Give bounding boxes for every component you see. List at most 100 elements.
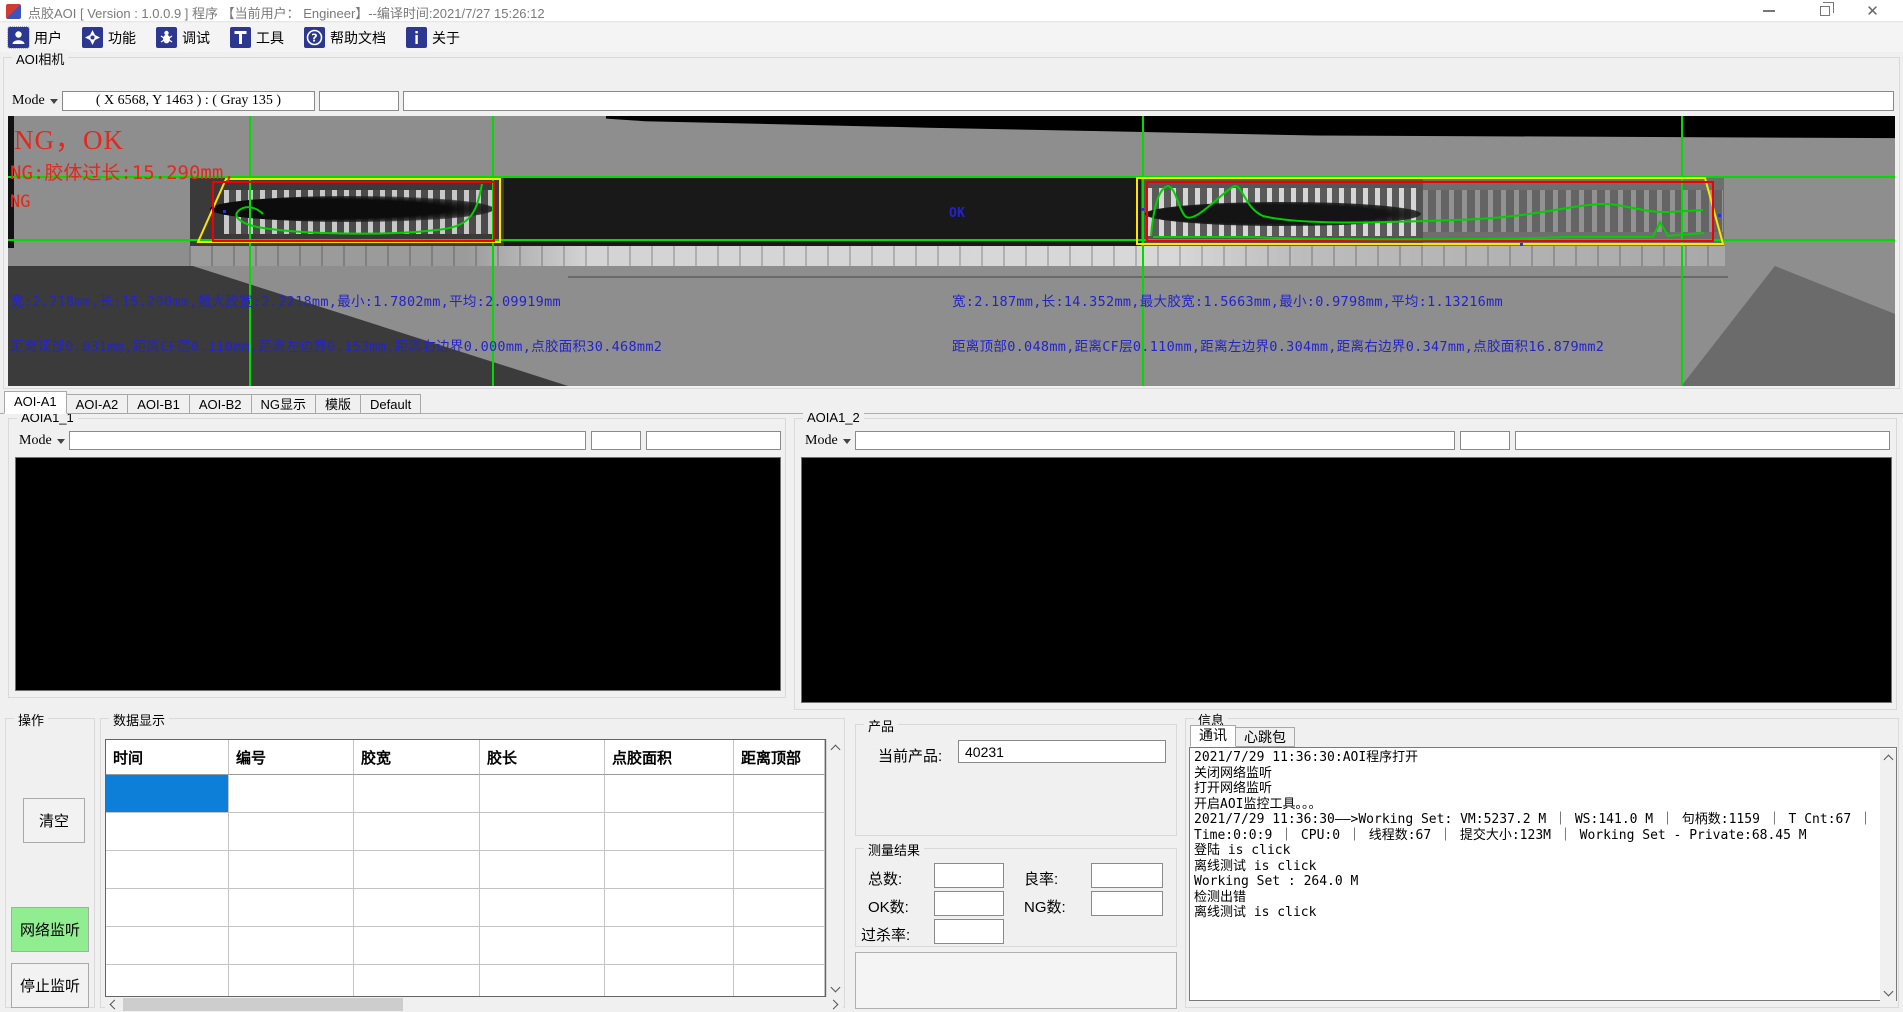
table-cell[interactable] <box>734 889 825 927</box>
table-cell[interactable] <box>106 927 229 965</box>
tab-template[interactable]: 模版 <box>316 394 361 414</box>
scroll-right-icon[interactable] <box>827 996 843 1012</box>
table-cell[interactable] <box>480 965 605 997</box>
toolbar-help[interactable]: ? 帮助文档 <box>304 27 386 48</box>
table-cell[interactable] <box>605 813 734 851</box>
camera-canvas[interactable]: NG，OK NG:胶体过长:15.290mm, NG OK 宽:2.218mm,… <box>8 116 1895 386</box>
toolbar-user[interactable]: 用户 <box>8 27 62 48</box>
table-cell[interactable] <box>354 927 480 965</box>
tab-aoi-b1[interactable]: AOI-B1 <box>128 394 190 414</box>
current-product-field[interactable]: 40231 <box>958 740 1166 763</box>
col-glue-length[interactable]: 胶长 <box>480 740 605 775</box>
table-cell[interactable] <box>480 927 605 965</box>
tab-aoi-b2[interactable]: AOI-B2 <box>190 394 252 414</box>
table-cell[interactable] <box>605 927 734 965</box>
camera-field-3[interactable] <box>403 91 1894 111</box>
network-listen-button[interactable]: 网络监听 <box>11 907 89 952</box>
camera-field-2[interactable] <box>319 91 399 111</box>
table-cell[interactable] <box>605 851 734 889</box>
scroll-up-icon[interactable] <box>827 739 843 755</box>
toolbar-function[interactable]: 功能 <box>82 27 136 48</box>
table-cell[interactable] <box>734 965 825 997</box>
minimize-button[interactable] <box>1746 0 1791 22</box>
table-cell[interactable] <box>229 965 354 997</box>
aoia1-1-mode-dropdown[interactable]: Mode <box>15 431 69 451</box>
table-cell[interactable] <box>229 775 354 813</box>
table-cell[interactable] <box>480 813 605 851</box>
table-cell[interactable] <box>229 927 354 965</box>
table-cell[interactable] <box>229 851 354 889</box>
ng-count-field[interactable] <box>1091 891 1163 916</box>
table-cell[interactable] <box>354 851 480 889</box>
camera-mode-dropdown[interactable]: Mode <box>8 91 62 111</box>
aoia1-1-field-1[interactable] <box>69 431 586 450</box>
aoia1-2-mode-dropdown[interactable]: Mode <box>801 431 855 451</box>
table-cell[interactable] <box>354 889 480 927</box>
toolbar-debug[interactable]: 调试 <box>156 27 210 48</box>
toolbar-about-label: 关于 <box>432 28 460 48</box>
scroll-left-icon[interactable] <box>105 996 121 1012</box>
toolbar-about[interactable]: 关于 <box>406 27 460 48</box>
aoia1-1-field-3[interactable] <box>646 431 781 450</box>
table-cell[interactable] <box>480 775 605 813</box>
tab-aoi-a2[interactable]: AOI-A2 <box>67 394 129 414</box>
aoia1-2-canvas[interactable] <box>801 457 1892 703</box>
table-cell[interactable] <box>734 851 825 889</box>
aoia1-2-field-1[interactable] <box>855 431 1455 450</box>
col-dist-top[interactable]: 距离顶部 <box>734 740 825 775</box>
table-cell[interactable] <box>106 965 229 997</box>
table-cell[interactable] <box>480 889 605 927</box>
restore-button[interactable] <box>1802 0 1847 22</box>
table-cell[interactable] <box>354 813 480 851</box>
aoia1-1-field-2[interactable] <box>591 431 641 450</box>
clear-button[interactable]: 清空 <box>23 798 85 843</box>
tab-default[interactable]: Default <box>361 394 421 414</box>
tab-ng-display[interactable]: NG显示 <box>252 394 317 414</box>
table-cell[interactable] <box>480 851 605 889</box>
table-cell[interactable] <box>106 889 229 927</box>
scroll-down-icon[interactable] <box>1880 985 1896 1001</box>
aoia1-2-field-3[interactable] <box>1515 431 1890 450</box>
table-cell[interactable] <box>734 813 825 851</box>
col-id[interactable]: 编号 <box>229 740 354 775</box>
toolbar-tools[interactable]: 工具 <box>230 27 284 48</box>
tab-aoi-a1[interactable]: AOI-A1 <box>4 391 67 414</box>
camera-coords-field[interactable]: ( X 6568, Y 1463 ) : ( Gray 135 ) <box>62 91 315 111</box>
close-button[interactable]: ✕ <box>1850 0 1895 22</box>
table-horizontal-scrollbar[interactable] <box>105 998 843 1011</box>
overkill-field[interactable] <box>934 919 1004 944</box>
aoia1-2-field-2[interactable] <box>1460 431 1510 450</box>
table-cell[interactable] <box>605 775 734 813</box>
table-cell[interactable] <box>734 927 825 965</box>
table-row <box>106 813 825 851</box>
col-glue-area[interactable]: 点胶面积 <box>605 740 734 775</box>
total-field[interactable] <box>934 863 1004 888</box>
table-cell-selected[interactable] <box>106 775 229 813</box>
yield-field[interactable] <box>1091 863 1163 888</box>
title-bar: 点胶AOI [ Version : 1.0.0.9 ] 程序 【当前用户： En… <box>0 0 1903 22</box>
scrollbar-thumb[interactable] <box>123 998 403 1011</box>
table-cell[interactable] <box>354 775 480 813</box>
window-title: 点胶AOI [ Version : 1.0.0.9 ] 程序 【当前用户： En… <box>28 3 545 22</box>
ok-count-field[interactable] <box>934 891 1004 916</box>
table-cell[interactable] <box>605 889 734 927</box>
table-cell[interactable] <box>106 851 229 889</box>
table-cell[interactable] <box>106 813 229 851</box>
table-vertical-scrollbar[interactable] <box>826 739 843 997</box>
comm-log[interactable]: 2021/7/29 11:36:30:AOI程序打开 关闭网络监听 打开网络监听… <box>1189 747 1897 1001</box>
log-vertical-scrollbar[interactable] <box>1880 749 1896 1001</box>
table-cell[interactable] <box>734 775 825 813</box>
scroll-up-icon[interactable] <box>1880 749 1896 765</box>
table-cell[interactable] <box>605 965 734 997</box>
tab-heartbeat[interactable]: 心跳包 <box>1236 727 1295 747</box>
col-glue-width[interactable]: 胶宽 <box>354 740 480 775</box>
table-cell[interactable] <box>229 889 354 927</box>
scroll-down-icon[interactable] <box>827 981 843 997</box>
aoia1-1-canvas[interactable] <box>15 457 781 691</box>
tab-comm[interactable]: 通讯 <box>1190 725 1236 747</box>
table-cell[interactable] <box>354 965 480 997</box>
stop-listen-button[interactable]: 停止监听 <box>11 963 89 1008</box>
aoia1-1-group: AOIA1_1 Mode <box>8 418 786 698</box>
table-cell[interactable] <box>229 813 354 851</box>
col-time[interactable]: 时间 <box>106 740 229 775</box>
